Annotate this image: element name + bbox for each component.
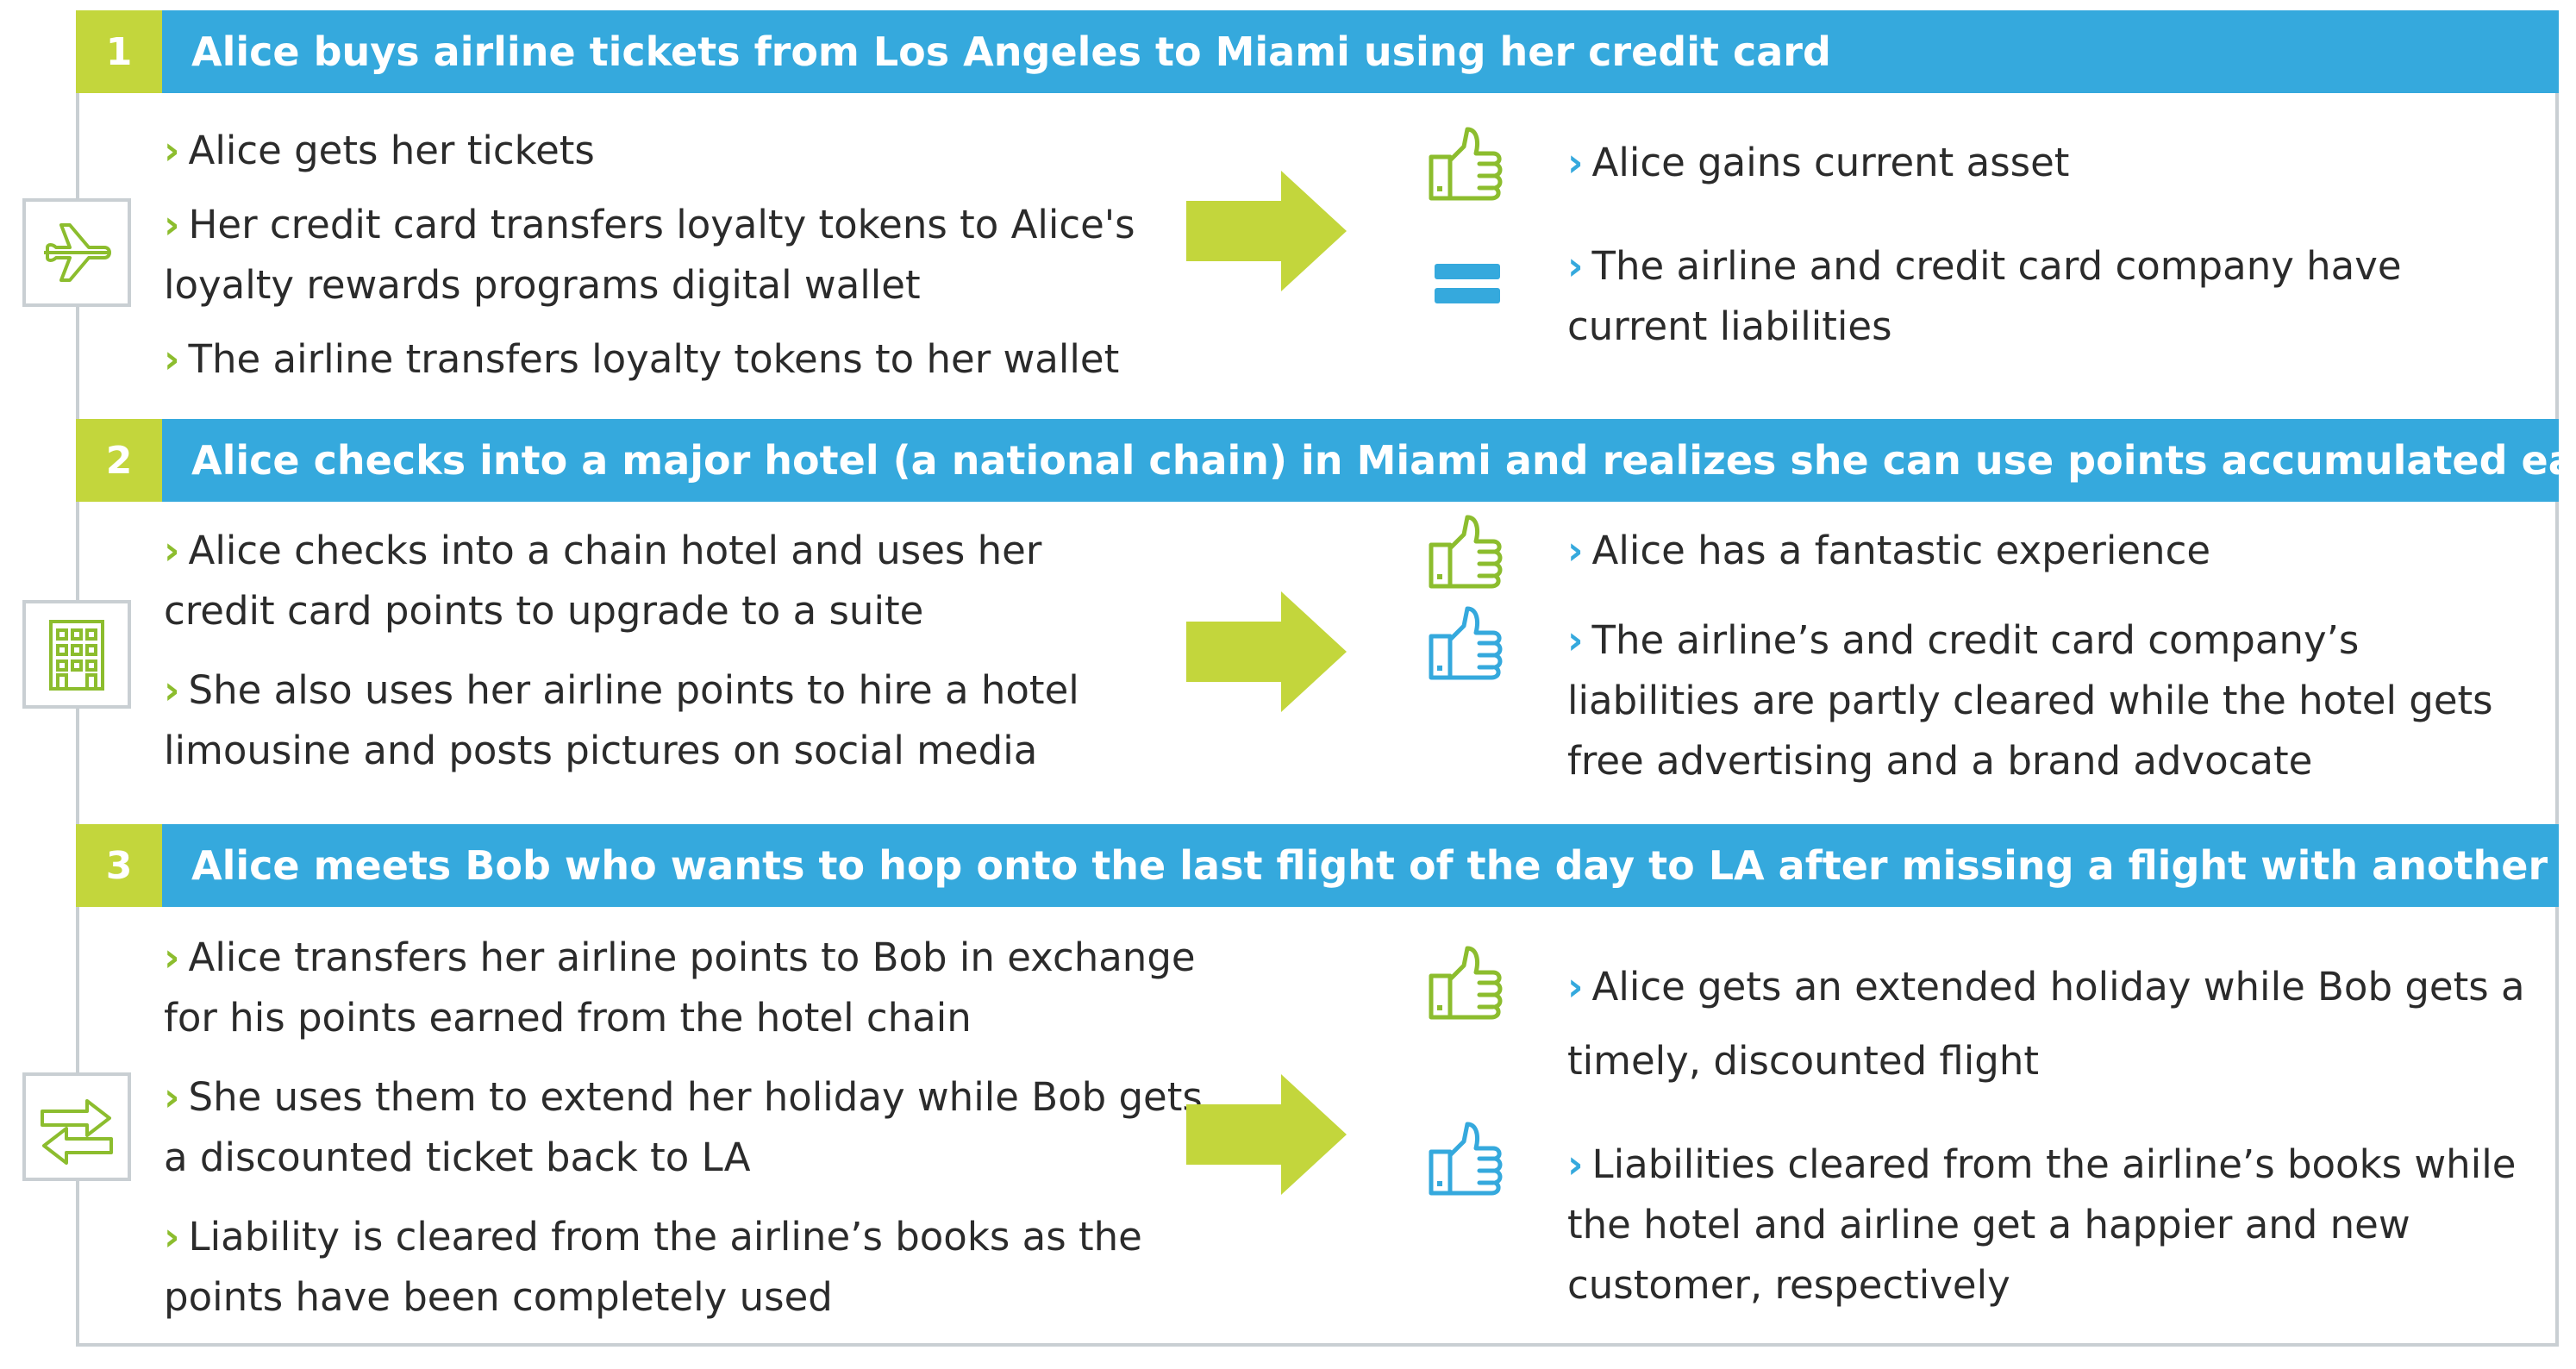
thumbs-up-blue-icon [1429, 606, 1503, 680]
bullet-text: Liability is cleared from the airline’s … [164, 1214, 1142, 1320]
result-text: The airline’s and credit card company’s … [1567, 617, 2493, 784]
list-item: › Alice checks into a chain hotel and use… [164, 521, 1155, 641]
chevron-right-icon: › [164, 1214, 180, 1260]
chevron-right-icon: › [1567, 1141, 1584, 1187]
chevron-right-icon: › [164, 202, 180, 247]
step-3-result-2: › Liabilities cleared from the airline’s … [1567, 1135, 2533, 1316]
chevron-right-icon: › [164, 1074, 180, 1120]
thumbs-up-green-icon [1429, 127, 1503, 201]
result-text: Alice gains current asset [1591, 140, 2070, 185]
list-item: › She also uses her airline points to hir… [164, 660, 1155, 781]
step-3-section: 3 Alice meets Bob who wants to hop onto … [22, 824, 2576, 1347]
list-item: › Alice transfers her airline points to B… [164, 928, 1224, 1048]
chevron-right-icon: › [1567, 528, 1584, 573]
step-3-result-1: › Alice gets an extended holiday while Bo… [1567, 950, 2533, 1098]
step-1-bullets: › Alice gets her tickets › Her credit card… [164, 121, 1155, 390]
list-item: › She uses them to extend her holiday whi… [164, 1067, 1224, 1188]
step-1-result-1: › Alice gains current asset [1567, 133, 2533, 193]
equals-icon [1435, 264, 1500, 303]
chevron-right-icon: › [164, 667, 180, 713]
step-1-section: 1 Alice buys airline tickets from Los An… [22, 10, 2559, 416]
list-item: › Liability is cleared from the airline’s… [164, 1207, 1224, 1328]
exchange-arrows-icon [22, 1072, 131, 1181]
list-item: › Alice gets her tickets [164, 121, 1155, 181]
step-2-bullets: › Alice checks into a chain hotel and use… [164, 521, 1155, 781]
chevron-right-icon: › [1567, 617, 1584, 663]
right-arrow-icon [1186, 591, 1347, 712]
step-2-number: 2 [76, 419, 162, 502]
step-2-title: Alice checks into a major hotel (a natio… [191, 437, 2576, 484]
bullet-text: Her credit card transfers loyalty tokens… [164, 202, 1135, 308]
chevron-right-icon: › [1567, 964, 1584, 1010]
step-2-section: 2 Alice checks into a major hotel (a nat… [22, 419, 2576, 824]
chevron-right-icon: › [164, 528, 180, 573]
right-arrow-icon [1186, 1074, 1347, 1195]
bullet-text: Alice gets her tickets [188, 128, 595, 173]
bullet-text: She uses them to extend her holiday whil… [164, 1074, 1203, 1180]
thumbs-up-green-icon [1429, 946, 1503, 1020]
step-2-header: 2 Alice checks into a major hotel (a nat… [76, 419, 2576, 502]
bullet-text: The airline transfers loyalty tokens to … [188, 336, 1120, 382]
chevron-right-icon: › [164, 336, 180, 382]
step-3-number: 3 [76, 824, 162, 907]
airplane-icon [22, 198, 131, 307]
hotel-building-icon [22, 600, 131, 709]
result-text: Alice gets an extended holiday while Bob… [1567, 964, 2525, 1084]
result-text: Alice has a fantastic experience [1591, 528, 2210, 573]
step-2-result-1: › Alice has a fantastic experience [1567, 521, 2533, 581]
step-2-result-2: › The airline’s and credit card company’s… [1567, 610, 2533, 791]
step-3-bullets: › Alice transfers her airline points to B… [164, 928, 1224, 1328]
step-1-result-2: › The airline and credit card company hav… [1567, 236, 2533, 357]
chevron-right-icon: › [164, 128, 180, 173]
bullet-text: She also uses her airline points to hire… [164, 667, 1079, 773]
step-1-number: 1 [76, 10, 162, 93]
right-arrow-icon [1186, 171, 1347, 291]
list-item: › The airline transfers loyalty tokens to… [164, 329, 1155, 390]
step-1-header: 1 Alice buys airline tickets from Los An… [76, 10, 2559, 93]
chevron-right-icon: › [164, 935, 180, 980]
thumbs-up-green-icon [1429, 515, 1503, 589]
result-text: The airline and credit card company have… [1567, 243, 2402, 349]
bullet-text: Alice checks into a chain hotel and uses… [164, 528, 1042, 634]
step-1-title: Alice buys airline tickets from Los Ange… [191, 28, 1831, 75]
chevron-right-icon: › [1567, 140, 1584, 185]
list-item: › Her credit card transfers loyalty token… [164, 195, 1155, 316]
result-text: Liabilities cleared from the airline’s b… [1567, 1141, 2517, 1308]
thumbs-up-blue-icon [1429, 1122, 1503, 1196]
bullet-text: Alice transfers her airline points to Bo… [164, 935, 1196, 1041]
step-3-header: 3 Alice meets Bob who wants to hop onto … [76, 824, 2576, 907]
step-3-title: Alice meets Bob who wants to hop onto th… [191, 842, 2576, 889]
chevron-right-icon: › [1567, 243, 1584, 289]
